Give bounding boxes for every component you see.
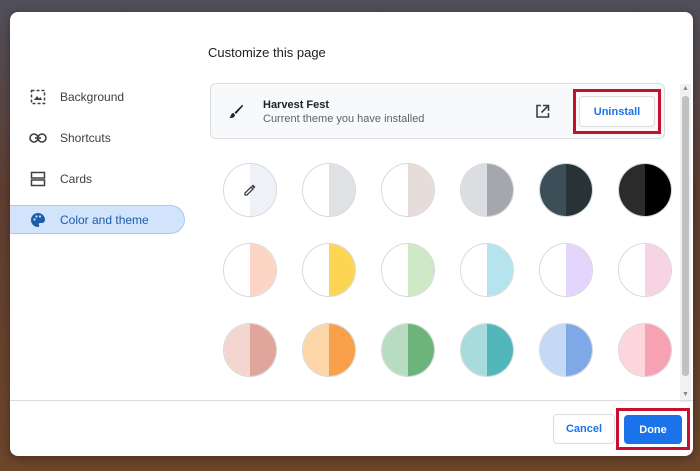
color-swatch[interactable] — [302, 243, 356, 297]
color-swatch[interactable] — [618, 163, 672, 217]
color-swatch[interactable] — [302, 163, 356, 217]
image-icon — [28, 87, 48, 107]
color-swatch[interactable] — [223, 323, 277, 377]
scroll-down-icon[interactable]: ▼ — [682, 391, 689, 398]
color-swatch[interactable] — [539, 163, 593, 217]
color-swatch[interactable] — [618, 243, 672, 297]
color-swatch[interactable] — [460, 243, 514, 297]
sidebar-item-background[interactable]: Background — [10, 82, 185, 111]
custom-color-picker[interactable] — [223, 163, 277, 217]
link-icon — [28, 128, 48, 148]
color-swatch[interactable] — [539, 243, 593, 297]
color-swatch[interactable] — [460, 323, 514, 377]
color-swatch[interactable] — [460, 163, 514, 217]
sidebar-item-label: Color and theme — [60, 212, 149, 227]
sidebar-item-cards[interactable]: Cards — [10, 164, 185, 193]
sidebar-item-shortcuts[interactable]: Shortcuts — [10, 123, 185, 152]
theme-subtitle: Current theme you have installed — [263, 113, 425, 125]
cancel-button[interactable]: Cancel — [553, 414, 615, 444]
color-swatch-grid — [205, 148, 680, 400]
uninstall-button[interactable]: Uninstall — [579, 96, 655, 127]
sidebar-item-color-and-theme[interactable]: Color and theme — [10, 205, 185, 234]
color-swatch[interactable] — [618, 323, 672, 377]
customize-dialog: Customize this page Background Shortcuts… — [10, 12, 693, 456]
color-swatch[interactable] — [539, 323, 593, 377]
scrollbar[interactable]: ▲ ▼ — [680, 84, 691, 402]
footer-divider — [10, 400, 693, 401]
scroll-up-icon[interactable]: ▲ — [682, 85, 689, 92]
color-swatch[interactable] — [381, 243, 435, 297]
paintbrush-icon — [228, 103, 244, 124]
theme-name: Harvest Fest — [263, 99, 330, 111]
sidebar-item-label: Shortcuts — [60, 130, 111, 145]
done-button[interactable]: Done — [624, 415, 682, 444]
sidebar-item-label: Background — [60, 89, 125, 104]
scroll-thumb[interactable] — [682, 96, 689, 376]
sidebar: Background Shortcuts Cards Color and the… — [10, 82, 185, 246]
color-swatch[interactable] — [223, 243, 277, 297]
cards-icon — [28, 169, 48, 189]
color-swatch[interactable] — [302, 323, 356, 377]
dialog-title: Customize this page — [208, 45, 326, 60]
color-swatch[interactable] — [381, 163, 435, 217]
color-swatch[interactable] — [381, 323, 435, 377]
open-in-new-icon[interactable] — [535, 104, 550, 124]
installed-theme-card: Harvest Fest Current theme you have inst… — [210, 83, 665, 139]
palette-icon — [28, 210, 48, 230]
eyedropper-icon — [224, 164, 276, 216]
sidebar-item-label: Cards — [60, 171, 93, 186]
